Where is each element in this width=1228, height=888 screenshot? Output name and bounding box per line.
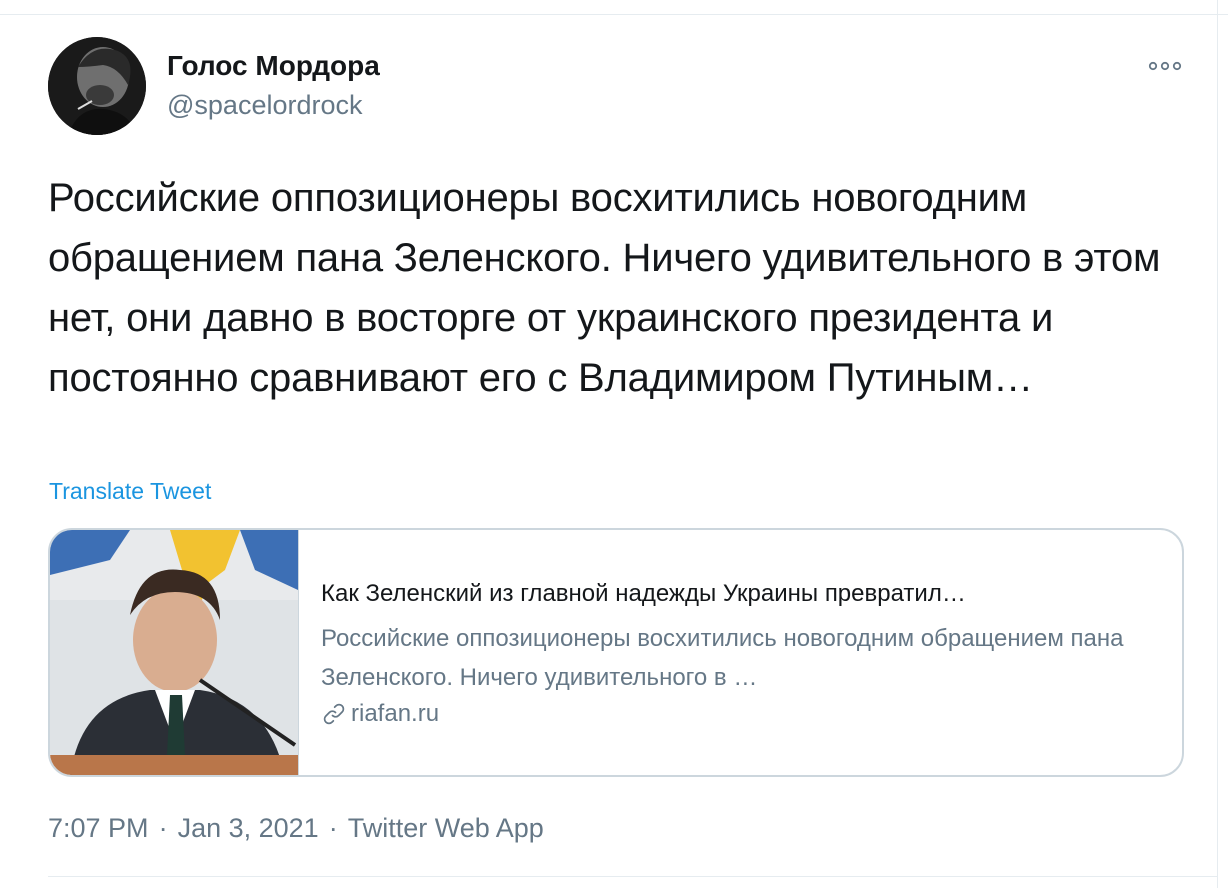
card-domain: riafan.ru — [321, 698, 439, 730]
meta-separator: · — [158, 813, 168, 843]
card-description: Российские оппозиционеры восхитились нов… — [321, 625, 1124, 691]
avatar-photo — [48, 37, 146, 135]
link-card[interactable]: Как Зеленский из главной надежды Украины… — [48, 528, 1184, 777]
link-icon — [321, 701, 347, 727]
tweet-source[interactable]: Twitter Web App — [348, 813, 544, 843]
top-divider — [0, 14, 1228, 15]
right-divider — [1217, 0, 1218, 888]
author-name[interactable]: Голос Мордора — [167, 50, 380, 82]
card-domain-text: riafan.ru — [351, 700, 440, 727]
card-thumbnail — [50, 530, 299, 775]
tweet-meta: 7:07 PM · Jan 3, 2021 · Twitter Web App — [48, 811, 544, 845]
tweet-text: Российские оппозиционеры восхитились нов… — [48, 176, 1161, 400]
tweet-frame: Голос Мордора @spacelordrock Российские … — [0, 0, 1228, 888]
tweet-date[interactable]: Jan 3, 2021 — [178, 813, 319, 843]
bottom-divider — [48, 876, 1218, 877]
author-handle[interactable]: @spacelordrock — [167, 89, 363, 121]
tweet-time[interactable]: 7:07 PM — [48, 813, 149, 843]
meta-separator-2: · — [328, 813, 338, 843]
avatar[interactable] — [48, 37, 146, 135]
translate-tweet-link[interactable]: Translate Tweet — [49, 477, 211, 505]
card-title: Как Зеленский из главной надежды Украины… — [321, 580, 966, 607]
more-options-icon[interactable] — [1145, 54, 1185, 78]
